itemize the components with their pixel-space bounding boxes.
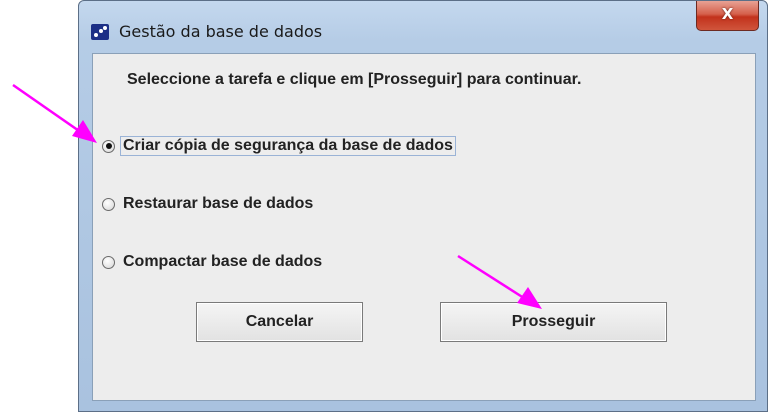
arrow-to-first-option <box>12 83 97 143</box>
annotation-arrows <box>12 83 542 309</box>
arrow-to-proceed-button <box>457 254 542 309</box>
screenshot: Gestão da base de dados X Seleccione a t… <box>0 0 768 415</box>
